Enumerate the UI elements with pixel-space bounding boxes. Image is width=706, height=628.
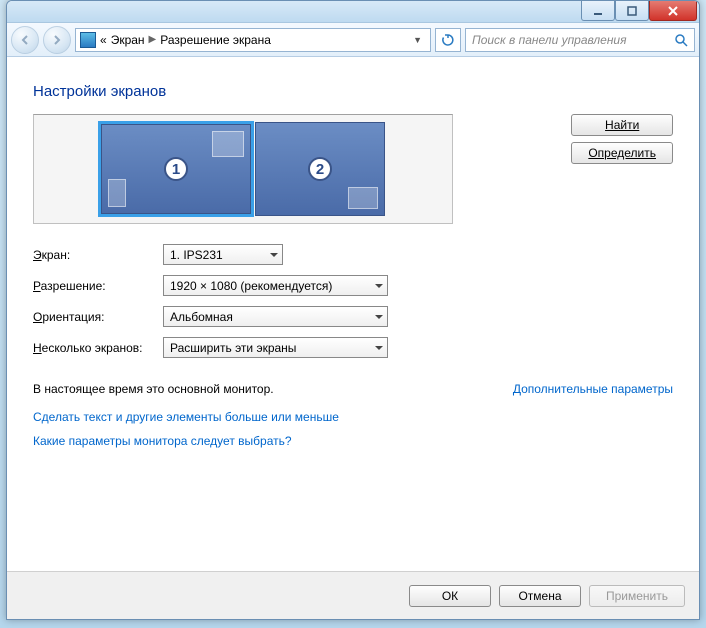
orientation-label: Ориентация: — [33, 310, 163, 324]
search-input[interactable]: Поиск в панели управления — [465, 28, 695, 52]
display-preview[interactable]: 1 2 — [33, 114, 453, 224]
monitor-1-badge: 1 — [164, 157, 188, 181]
monitor-2-badge: 2 — [308, 157, 332, 181]
apply-button: Применить — [589, 585, 685, 607]
advanced-settings-link[interactable]: Дополнительные параметры — [513, 382, 673, 396]
chevron-down-icon — [375, 346, 383, 350]
close-icon — [667, 5, 679, 17]
search-placeholder: Поиск в панели управления — [472, 33, 674, 47]
page-title: Настройки экранов — [33, 83, 673, 100]
control-panel-icon — [80, 32, 96, 48]
display-select[interactable]: 1. IPS231 — [163, 244, 283, 265]
minimize-button[interactable] — [581, 1, 615, 21]
monitor-1[interactable]: 1 — [101, 124, 251, 214]
display-value: 1. IPS231 — [170, 248, 223, 262]
primary-monitor-status: В настоящее время это основной монитор. — [33, 382, 274, 396]
titlebar — [7, 1, 699, 23]
breadcrumb-item[interactable]: Экран — [111, 33, 145, 47]
chevron-down-icon — [375, 284, 383, 288]
multiple-displays-value: Расширить эти экраны — [170, 341, 296, 355]
text-size-link[interactable]: Сделать текст и другие элементы больше и… — [33, 410, 673, 424]
navbar: « Экран ▶ Разрешение экрана ▼ Поиск в па… — [7, 23, 699, 57]
arrow-left-icon — [19, 34, 31, 46]
chevron-right-icon: ▶ — [149, 34, 157, 45]
refresh-button[interactable] — [435, 28, 461, 52]
multiple-displays-label: Несколько экранов: — [33, 341, 163, 355]
resolution-label: Разрешение: — [33, 279, 163, 293]
content-area: Настройки экранов 1 2 Найти Определить — [7, 57, 699, 619]
forward-button[interactable] — [43, 26, 71, 54]
identify-button[interactable]: Определить — [571, 142, 673, 164]
arrow-right-icon — [51, 34, 63, 46]
resolution-value: 1920 × 1080 (рекомендуется) — [170, 279, 332, 293]
orientation-value: Альбомная — [170, 310, 233, 324]
chevron-down-icon — [375, 315, 383, 319]
chevron-down-icon[interactable]: ▼ — [409, 35, 426, 45]
close-button[interactable] — [649, 1, 697, 21]
search-icon — [674, 33, 688, 47]
ok-button[interactable]: ОК — [409, 585, 491, 607]
maximize-button[interactable] — [615, 1, 649, 21]
orientation-select[interactable]: Альбомная — [163, 306, 388, 327]
find-button[interactable]: Найти — [571, 114, 673, 136]
projector-link[interactable]: Какие параметры монитора следует выбрать… — [33, 434, 673, 448]
breadcrumb: « Экран ▶ Разрешение экрана — [100, 33, 271, 47]
back-button[interactable] — [11, 26, 39, 54]
breadcrumb-item[interactable]: Разрешение экрана — [160, 33, 271, 47]
window-frame: « Экран ▶ Разрешение экрана ▼ Поиск в па… — [6, 0, 700, 620]
breadcrumb-prefix: « — [100, 33, 107, 47]
multiple-displays-select[interactable]: Расширить эти экраны — [163, 337, 388, 358]
chevron-down-icon — [270, 253, 278, 257]
refresh-icon — [441, 33, 455, 47]
dialog-footer: ОК Отмена Применить — [7, 571, 699, 619]
minimize-icon — [593, 6, 603, 16]
resolution-select[interactable]: 1920 × 1080 (рекомендуется) — [163, 275, 388, 296]
maximize-icon — [627, 6, 637, 16]
cancel-button[interactable]: Отмена — [499, 585, 581, 607]
address-bar[interactable]: « Экран ▶ Разрешение экрана ▼ — [75, 28, 431, 52]
display-label: Экран: — [33, 248, 163, 262]
monitor-2[interactable]: 2 — [255, 122, 385, 216]
